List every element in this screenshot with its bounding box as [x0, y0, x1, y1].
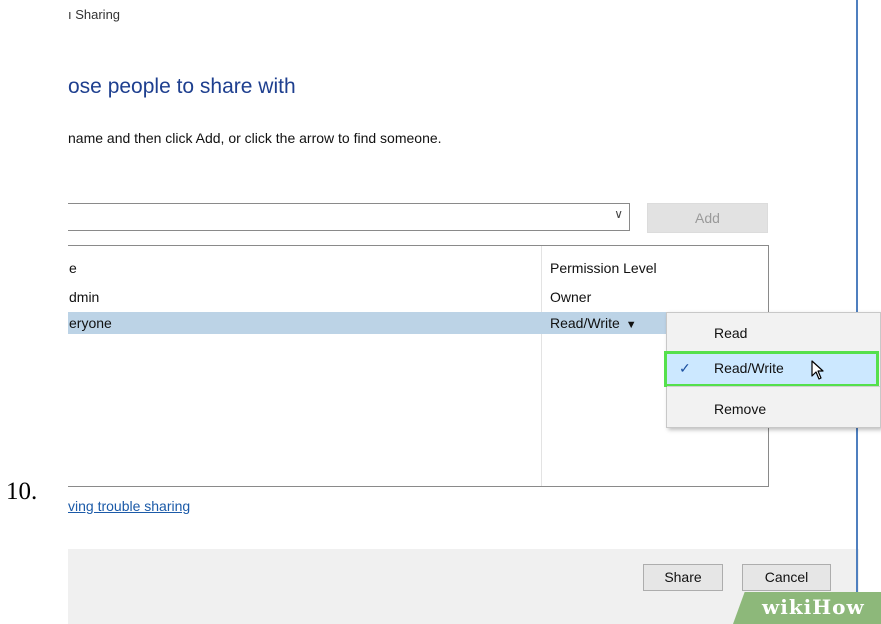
caret-down-icon[interactable]: ▼ — [626, 319, 637, 331]
name-combo-input[interactable]: ∨ — [68, 203, 630, 231]
permission-context-menu: Read ✓ Read/Write Remove — [664, 312, 881, 428]
step-number: 10. — [6, 478, 38, 505]
trouble-sharing-link[interactable]: ving trouble sharing — [68, 498, 190, 514]
wikihow-watermark: wikiHow — [762, 595, 865, 619]
row-name: dmin — [69, 289, 100, 305]
cancel-button[interactable]: Cancel — [742, 564, 831, 591]
share-button[interactable]: Share — [643, 564, 723, 591]
column-divider — [541, 246, 542, 486]
permission-dropdown[interactable]: Read/Write ▼ — [550, 315, 637, 331]
row-name: eryone — [69, 315, 112, 331]
mouse-pointer-icon — [811, 360, 825, 385]
page-heading: ose people to share with — [68, 75, 296, 98]
table-row-selected[interactable]: eryone Read/Write ▼ — [68, 312, 768, 334]
menu-item-read[interactable]: Read — [667, 319, 880, 349]
menu-item-read-write[interactable]: ✓ Read/Write — [664, 351, 879, 387]
menu-separator — [667, 386, 880, 387]
header-name[interactable]: e — [69, 260, 77, 276]
permission-value: Read/Write — [550, 315, 620, 331]
table-row[interactable]: dmin Owner — [68, 286, 768, 308]
instruction-text: name and then click Add, or click the ar… — [68, 130, 442, 146]
menu-item-label: Read/Write — [714, 360, 784, 376]
checkmark-icon: ✓ — [679, 360, 691, 376]
menu-item-remove[interactable]: Remove — [667, 395, 880, 425]
add-button[interactable]: Add — [647, 203, 768, 233]
row-permission: Owner — [550, 289, 592, 305]
window-title: ı Sharing — [68, 7, 121, 22]
header-permission-level[interactable]: Permission Level — [550, 260, 657, 276]
chevron-down-icon[interactable]: ∨ — [614, 207, 623, 221]
menu-item-label: Read — [714, 325, 748, 341]
menu-item-label: Remove — [714, 401, 767, 417]
